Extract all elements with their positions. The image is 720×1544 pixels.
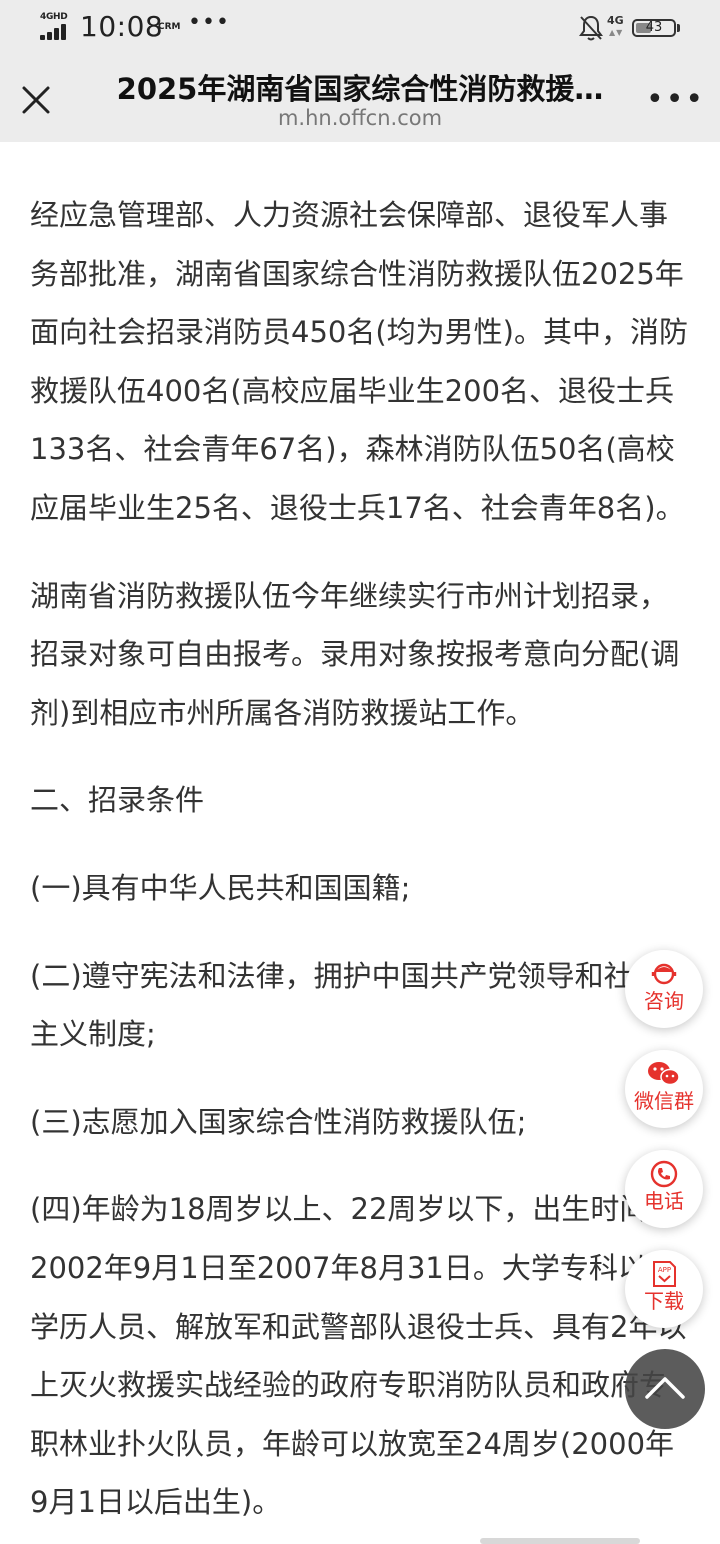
browser-top-area: 4GHD 10:08 CRM ••• 4G ▲▼ 43 2025年湖南省国家综合… xyxy=(0,0,720,142)
consultant-icon xyxy=(651,963,677,985)
page-title: 2025年湖南省国家综合性消防救援… xyxy=(116,72,604,106)
battery-icon: 43 xyxy=(632,19,676,37)
carrier-label: CRM xyxy=(158,22,181,32)
wechat-group-label: 微信群 xyxy=(634,1089,694,1113)
network-type-label: 4GHD xyxy=(40,12,68,22)
download-button[interactable]: APP 下载 xyxy=(625,1250,703,1328)
battery-tip xyxy=(677,24,680,32)
download-label: 下载 xyxy=(644,1289,684,1313)
status-time: 10:08 xyxy=(80,10,164,43)
phone-label: 电话 xyxy=(644,1189,684,1213)
battery-level: 43 xyxy=(645,20,663,35)
article-paragraph: 湖南省消防救援队伍今年继续实行市州计划招录，招录对象可自由报考。录用对象按报考意… xyxy=(30,578,680,730)
article-body: 经应急管理部、人力资源社会保障部、退役军人事务部批准，湖南省国家综合性消防救援队… xyxy=(30,186,690,1532)
back-to-top-button[interactable] xyxy=(625,1349,705,1429)
article-paragraph: (一)具有中华人民共和国国籍; xyxy=(30,870,411,905)
consult-label: 咨询 xyxy=(644,989,684,1013)
consult-button[interactable]: 咨询 xyxy=(625,950,703,1028)
article-paragraph: (四)年龄为18周岁以上、22周岁以下，出生时间为2002年9月1日至2007年… xyxy=(30,1192,687,1520)
section-heading: 二、招录条件 xyxy=(30,783,205,818)
phone-icon xyxy=(650,1160,678,1188)
phone-button[interactable]: 电话 xyxy=(625,1150,703,1228)
chevron-up-icon xyxy=(645,1377,685,1399)
article-paragraph: (三)志愿加入国家综合性消防救援队伍; xyxy=(30,1104,527,1139)
page-url: m.hn.offcn.com xyxy=(277,106,443,130)
secondary-network-label: 4G xyxy=(607,14,624,27)
mobile-data-icon: 4G ▲▼ xyxy=(607,14,624,37)
wechat-group-button[interactable]: 微信群 xyxy=(625,1050,703,1128)
mute-bell-icon xyxy=(579,15,603,41)
more-horizontal-icon: ••• xyxy=(646,82,706,117)
more-options-button[interactable]: ••• xyxy=(646,80,703,120)
wechat-icon xyxy=(648,1062,680,1086)
app-download-icon: APP xyxy=(653,1261,676,1287)
close-button[interactable] xyxy=(16,80,56,120)
article-paragraph: 经应急管理部、人力资源社会保障部、退役军人事务部批准，湖南省国家综合性消防救援队… xyxy=(30,198,688,525)
close-icon xyxy=(22,86,50,114)
app-icon-label: APP xyxy=(658,1266,671,1274)
article-paragraph: (二)遵守宪法和法律，拥护中国共产党领导和社会主义制度; xyxy=(30,958,662,1052)
horizontal-scrollbar[interactable] xyxy=(480,1538,640,1544)
cellular-signal-icon: 4GHD xyxy=(40,12,72,40)
status-bar: 4GHD 10:08 CRM ••• 4G ▲▼ 43 xyxy=(0,0,720,58)
status-more-indicator: ••• xyxy=(188,10,230,35)
